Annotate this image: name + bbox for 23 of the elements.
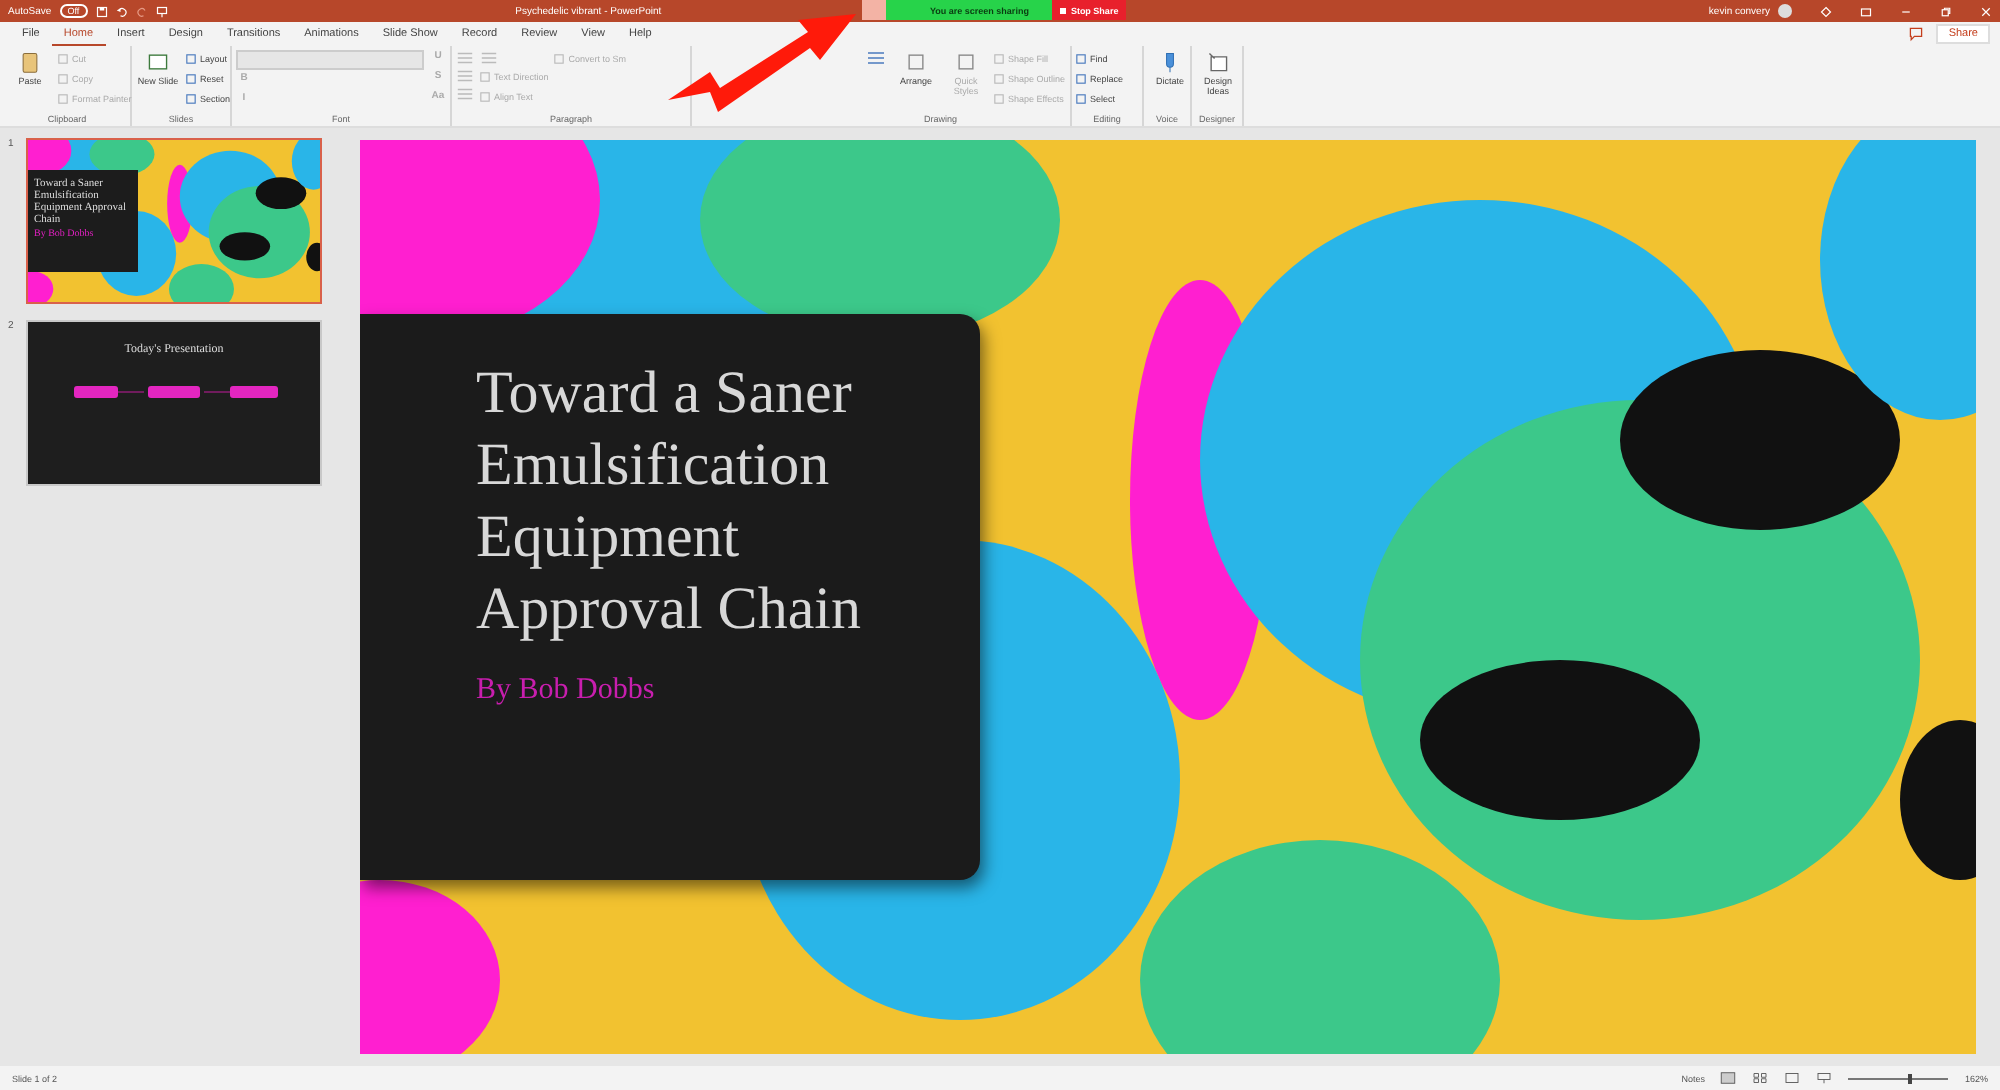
avatar[interactable] [1778, 4, 1792, 18]
close-icon[interactable] [1980, 5, 1992, 17]
slide-title[interactable]: Toward a Saner Emulsification Equipment Approval Chain [476, 358, 940, 646]
restore-icon[interactable] [1940, 5, 1952, 17]
lines-icon[interactable] [864, 50, 888, 66]
zoom-slider-thumb[interactable] [1908, 1073, 1913, 1083]
ribbon-icon [904, 50, 928, 74]
undo-icon[interactable] [115, 5, 128, 17]
normal-view-icon[interactable] [1720, 1072, 1737, 1084]
minimize-icon[interactable] [1900, 5, 1912, 17]
grid-view-icon[interactable] [1752, 1072, 1769, 1084]
redo-icon[interactable] [135, 5, 148, 17]
ribbon-display-icon[interactable] [1860, 5, 1872, 17]
save-icon[interactable] [95, 5, 108, 17]
presenter-icon[interactable] [155, 5, 168, 17]
ribbon-icon [954, 50, 978, 74]
diamond-icon[interactable] [1820, 5, 1832, 17]
reading-view-icon[interactable] [1784, 1072, 1801, 1084]
ribbon-icon [554, 54, 565, 64]
stop-icon [1060, 7, 1067, 13]
slideshow-icon[interactable] [1816, 1072, 1833, 1084]
comments-icon[interactable] [1908, 26, 1925, 42]
ribbon-icon [18, 50, 42, 74]
